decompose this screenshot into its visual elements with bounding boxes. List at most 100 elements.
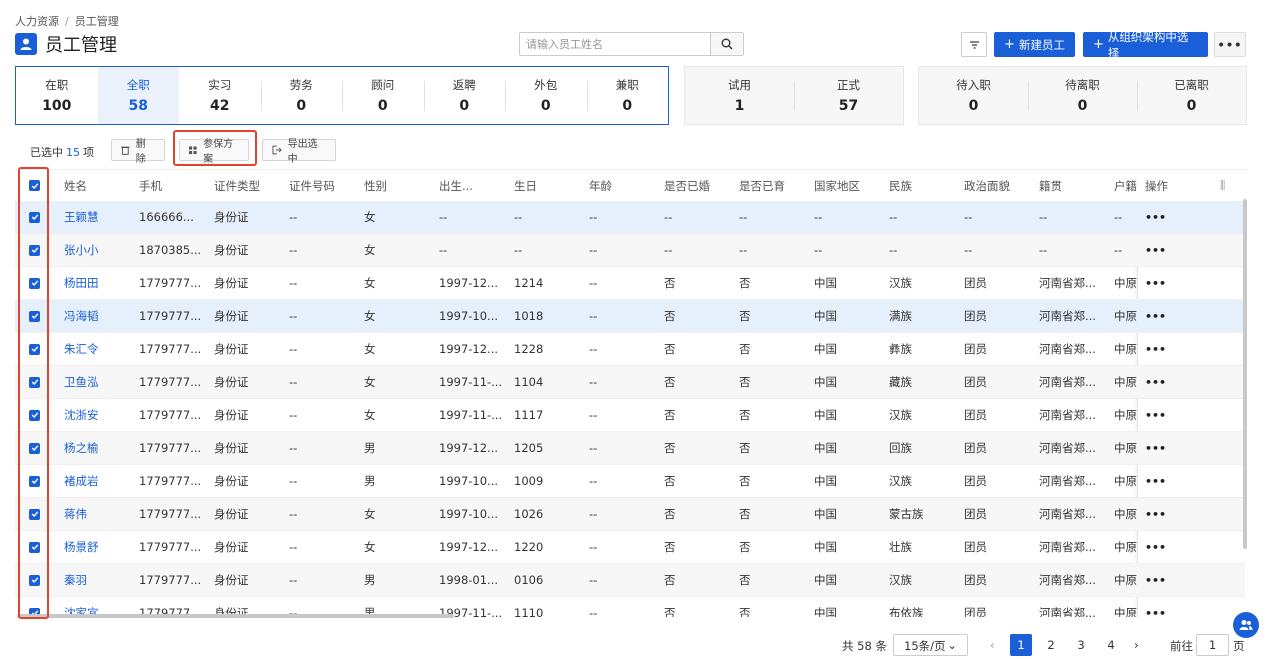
column-header[interactable]: 民族 (889, 178, 912, 194)
row-checkbox[interactable] (29, 409, 40, 421)
column-settings-icon[interactable]: ⫼ (1220, 178, 1225, 193)
stat-stats_employment-1[interactable]: 全职 58 (97, 67, 179, 124)
column-header[interactable]: 操作 (1145, 178, 1168, 194)
employee-name-link[interactable]: 冯海韬 (64, 308, 99, 324)
horizontal-scrollbar[interactable] (17, 614, 454, 618)
row-more-button[interactable]: ••• (1145, 607, 1166, 618)
row-checkbox[interactable] (29, 277, 40, 289)
row-more-button[interactable]: ••• (1145, 574, 1166, 587)
row-checkbox[interactable] (29, 244, 40, 256)
next-page-icon[interactable]: › (1134, 638, 1139, 652)
breadcrumb-item[interactable]: 人力资源 (15, 15, 59, 28)
employee-name-link[interactable]: 杨之榆 (64, 440, 99, 456)
row-more-button[interactable]: ••• (1145, 376, 1166, 389)
more-button[interactable]: ••• (1214, 32, 1246, 57)
stat-stats_status-2[interactable]: 已离职 0 (1137, 67, 1246, 124)
employee-name-link[interactable]: 秦羽 (64, 572, 87, 588)
stat-stats_employment-3[interactable]: 劳务 0 (260, 67, 343, 124)
employee-name-link[interactable]: 杨田田 (64, 275, 99, 291)
column-header[interactable]: 户籍 (1114, 178, 1137, 194)
row-more-button[interactable]: ••• (1145, 442, 1166, 455)
row-more-button[interactable]: ••• (1145, 409, 1166, 422)
row-checkbox[interactable] (29, 310, 40, 322)
insurance-plan-button[interactable]: 参保方案 (179, 139, 249, 165)
row-checkbox[interactable] (29, 376, 40, 388)
row-more-button[interactable]: ••• (1145, 277, 1166, 290)
column-header[interactable]: 生日 (514, 178, 537, 194)
column-header[interactable]: 性别 (364, 178, 387, 194)
vertical-scrollbar[interactable] (1243, 199, 1247, 549)
column-header[interactable]: 籍贯 (1039, 178, 1062, 194)
stat-stats_employment-2[interactable]: 实习 42 (179, 67, 261, 124)
search-button[interactable] (710, 33, 743, 55)
stat-stats_status-1[interactable]: 待离职 0 (1028, 67, 1137, 124)
row-more-button[interactable]: ••• (1145, 343, 1166, 356)
filter-button[interactable] (961, 32, 987, 57)
stat-stats_employment-7[interactable]: 兼职 0 (586, 67, 669, 124)
employee-name-link[interactable]: 杨景舒 (64, 539, 99, 555)
employee-name-link[interactable]: 王颖慧 (64, 209, 99, 225)
employee-name-link[interactable]: 蒋伟 (64, 506, 87, 522)
stat-stats_employment-0[interactable]: 在职 100 (16, 67, 98, 124)
stat-stats_status-0[interactable]: 待入职 0 (919, 67, 1028, 124)
table-row[interactable]: 冯海韬 1779777... 身份证 -- 女 1997-10... 1018 -- 否 否 中国 满… (15, 300, 1245, 333)
page-size-select[interactable]: 15条/页 ⌄ (893, 634, 968, 656)
column-header[interactable]: 政治面貌 (964, 178, 1010, 194)
row-more-button[interactable]: ••• (1145, 244, 1166, 257)
goto-page-input[interactable]: 1 (1196, 634, 1229, 656)
select-all-checkbox[interactable] (29, 180, 40, 191)
table-row[interactable]: 卫鱼泓 1779777... 身份证 -- 女 1997-11-... 1104 -- 否 否 中国… (15, 366, 1245, 399)
row-more-button[interactable]: ••• (1145, 508, 1166, 521)
employee-name-link[interactable]: 朱汇令 (64, 341, 99, 357)
employee-name-link[interactable]: 褚成岩 (64, 473, 99, 489)
page-1[interactable]: 1 (1010, 634, 1032, 656)
search-input[interactable] (520, 33, 710, 55)
row-checkbox[interactable] (29, 541, 40, 553)
column-header[interactable]: 是否已育 (739, 178, 785, 194)
row-checkbox[interactable] (29, 475, 40, 487)
row-checkbox[interactable] (29, 211, 40, 223)
column-header[interactable]: 证件类型 (214, 178, 260, 194)
employee-name-link[interactable]: 沈浙安 (64, 407, 99, 423)
row-more-button[interactable]: ••• (1145, 310, 1166, 323)
page-2[interactable]: 2 (1040, 634, 1062, 656)
delete-button[interactable]: 删除 (111, 139, 165, 165)
stat-stats_probation-0[interactable]: 试用 1 (685, 67, 794, 124)
row-more-button[interactable]: ••• (1145, 211, 1166, 224)
column-header[interactable]: 国家地区 (814, 178, 860, 194)
new-employee-button[interactable]: + 新建员工 (994, 32, 1075, 57)
table-row[interactable]: 秦羽 1779777... 身份证 -- 男 1998-01... 0106 -- 否 否 中国 汉族… (15, 564, 1245, 597)
row-more-button[interactable]: ••• (1145, 541, 1166, 554)
select-from-org-button[interactable]: + 从组织架构中选择 (1083, 30, 1208, 60)
column-header[interactable]: 手机 (139, 178, 162, 194)
row-checkbox[interactable] (29, 574, 40, 586)
column-header[interactable]: 出生... (439, 178, 473, 194)
column-header[interactable]: 证件号码 (289, 178, 335, 194)
table-row[interactable]: 杨景舒 1779777... 身份证 -- 女 1997-12... 1220 -- 否 否 中国 壮… (15, 531, 1245, 564)
stat-stats_employment-6[interactable]: 外包 0 (505, 67, 587, 124)
column-header[interactable]: 姓名 (64, 178, 87, 194)
page-3[interactable]: 3 (1070, 634, 1092, 656)
column-header[interactable]: 是否已婚 (664, 178, 710, 194)
table-row[interactable]: 褚成岩 1779777... 身份证 -- 男 1997-10... 1009 -- 否 否 中国 汉… (15, 465, 1245, 498)
row-checkbox[interactable] (29, 508, 40, 520)
table-row[interactable]: 王颖慧 166666... 身份证 -- 女 -- -- -- -- -- -- -- -- -- -- ••… (15, 201, 1245, 234)
employee-name-link[interactable]: 张小小 (64, 242, 99, 258)
table-row[interactable]: 张小小 1870385... 身份证 -- 女 -- -- -- -- -- -- -- -- -- -- •… (15, 234, 1245, 267)
page-4[interactable]: 4 (1100, 634, 1122, 656)
row-checkbox[interactable] (29, 442, 40, 454)
table-row[interactable]: 朱汇令 1779777... 身份证 -- 女 1997-12... 1228 -- 否 否 中国 彝… (15, 333, 1245, 366)
table-row[interactable]: 杨田田 1779777... 身份证 -- 女 1997-12... 1214 -- 否 否 中国 汉… (15, 267, 1245, 300)
row-checkbox[interactable] (29, 343, 40, 355)
export-selected-button[interactable]: 导出选中 (262, 139, 336, 165)
prev-page-icon[interactable]: ‹ (990, 638, 995, 652)
stat-stats_employment-4[interactable]: 顾问 0 (342, 67, 424, 124)
stat-stats_employment-5[interactable]: 返聘 0 (423, 67, 506, 124)
table-row[interactable]: 蒋伟 1779777... 身份证 -- 女 1997-10... 1026 -- 否 否 中国 蒙古… (15, 498, 1245, 531)
employee-name-link[interactable]: 卫鱼泓 (64, 374, 99, 390)
row-more-button[interactable]: ••• (1145, 475, 1166, 488)
table-row[interactable]: 杨之榆 1779777... 身份证 -- 男 1997-12... 1205 -- 否 否 中国 回… (15, 432, 1245, 465)
stat-stats_probation-1[interactable]: 正式 57 (794, 67, 903, 124)
user-group-fab[interactable] (1233, 612, 1259, 638)
table-row[interactable]: 沈浙安 1779777... 身份证 -- 女 1997-11-... 1117 -- 否 否 中国… (15, 399, 1245, 432)
